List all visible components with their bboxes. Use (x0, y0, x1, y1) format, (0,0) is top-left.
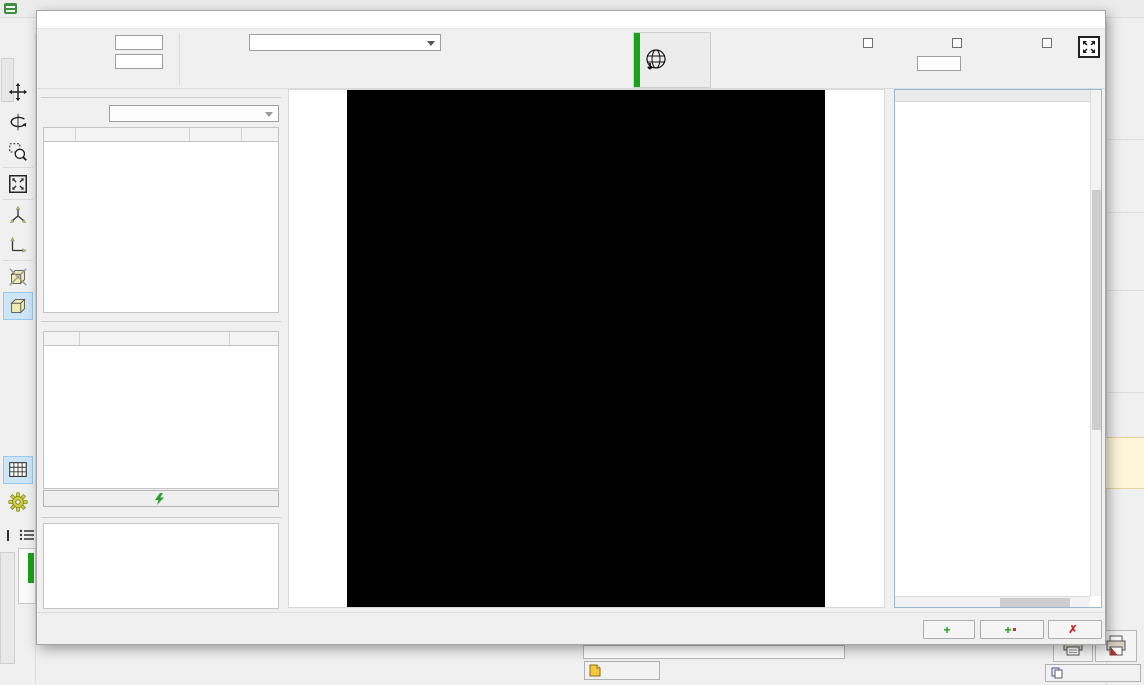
app-logo-icon (4, 3, 17, 14)
chevron-down-icon (427, 41, 435, 46)
fit-to-screen-button[interactable] (3, 170, 33, 198)
list-view-button[interactable] (19, 528, 35, 542)
point-number-checkbox[interactable] (1042, 38, 1052, 48)
status-divider (37, 612, 1105, 613)
source-data-tab[interactable] (0, 552, 15, 664)
toolbar-separator (3, 167, 33, 168)
maps-group (41, 321, 281, 322)
globe-download-icon (643, 48, 668, 73)
collapse-handle[interactable] (7, 530, 9, 541)
panel-divider (1107, 212, 1144, 213)
maps-table-header (44, 332, 278, 346)
add-close-button[interactable]: + (980, 620, 1044, 639)
dialog-header (37, 29, 1105, 89)
cube-hidden-icon (7, 266, 29, 288)
geology-map (347, 90, 825, 608)
show-bolt-icon (154, 493, 165, 505)
load-file-icon (589, 664, 601, 677)
point-size-input[interactable] (917, 56, 961, 71)
chevron-down-icon (265, 112, 273, 117)
axes-3d-button[interactable] (3, 201, 33, 229)
legend-panel (894, 89, 1102, 608)
show-map-button[interactable] (43, 490, 279, 507)
axes-3d-icon (7, 204, 29, 226)
screen: + + ✗ (0, 0, 1144, 685)
header-divider (179, 33, 180, 85)
legend-horizontal-scrollbar[interactable] (895, 596, 1090, 607)
zoom-window-button[interactable] (3, 138, 33, 166)
legend-header (895, 90, 1101, 102)
fit-to-screen-icon (7, 173, 29, 195)
expand-arrows-icon (1080, 38, 1098, 56)
red-dot-icon (1013, 628, 1016, 631)
x-icon: ✗ (1068, 623, 1077, 636)
scroll-thumb[interactable] (1092, 190, 1101, 430)
information-group (41, 517, 281, 518)
green-accent-bar (634, 33, 640, 87)
obtain-source-data-button[interactable] (633, 32, 711, 88)
printer-preview-icon (1104, 635, 1128, 657)
maximize-view-button[interactable] (1078, 36, 1100, 58)
map-region-mint (347, 500, 569, 608)
toolbar-separator (3, 199, 33, 200)
axes-2d-button[interactable] (3, 231, 33, 259)
obtain-source-data-background-button[interactable] (18, 548, 36, 604)
sx-input[interactable] (115, 35, 163, 50)
settings-button[interactable] (3, 488, 33, 516)
left-toolbar (0, 34, 36, 685)
point-group-combobox[interactable] (109, 105, 279, 122)
background-text-field[interactable] (583, 645, 845, 659)
green-accent-bar (28, 553, 34, 583)
data-source-combobox[interactable] (249, 34, 441, 51)
toolbar-separator (3, 260, 33, 261)
maps-table[interactable] (43, 331, 279, 489)
points-table[interactable] (43, 127, 279, 313)
map-view[interactable] (288, 89, 885, 608)
list-icon (19, 528, 35, 542)
grid-icon (7, 459, 29, 481)
pan-icon (7, 81, 29, 103)
axes-2d-icon (7, 234, 29, 256)
points-table-header (44, 128, 278, 142)
sy-input[interactable] (115, 54, 163, 69)
warning-box (1101, 437, 1144, 489)
visibility-off-button[interactable] (3, 263, 33, 291)
information-box (43, 523, 279, 609)
point-coordinates-checkbox[interactable] (952, 38, 962, 48)
cube-icon (7, 295, 29, 317)
legend-vertical-scrollbar[interactable] (1090, 90, 1101, 596)
table-view-button[interactable] (3, 456, 33, 484)
panel-divider (1107, 290, 1144, 291)
dialog-titlebar (37, 11, 1105, 29)
points-of-interest-group (41, 97, 281, 98)
cancel-button[interactable]: ✗ (1048, 620, 1102, 639)
right-panel (1106, 18, 1144, 685)
plus-icon: + (943, 623, 950, 637)
obtain-source-data-dialog: + + ✗ (36, 10, 1106, 645)
copy-icon (1051, 667, 1063, 679)
dialog-close-icon[interactable] (1083, 13, 1099, 27)
pan-tool-button[interactable] (3, 78, 33, 106)
panel-divider (1107, 139, 1144, 140)
scroll-thumb[interactable] (1000, 598, 1070, 607)
plus-icon: + (1004, 623, 1011, 637)
copy-view-button[interactable] (1045, 664, 1141, 682)
panel-divider (1107, 392, 1144, 393)
rotate-tool-button[interactable] (3, 108, 33, 136)
rotate-icon (7, 111, 29, 133)
point-description-checkbox[interactable] (863, 38, 873, 48)
visibility-on-button[interactable] (3, 292, 33, 320)
add-button[interactable]: + (923, 620, 975, 639)
legend-entries (897, 104, 1089, 596)
gear-icon (7, 491, 29, 513)
zoom-window-icon (7, 141, 29, 163)
load-from-file-button[interactable] (584, 661, 660, 680)
